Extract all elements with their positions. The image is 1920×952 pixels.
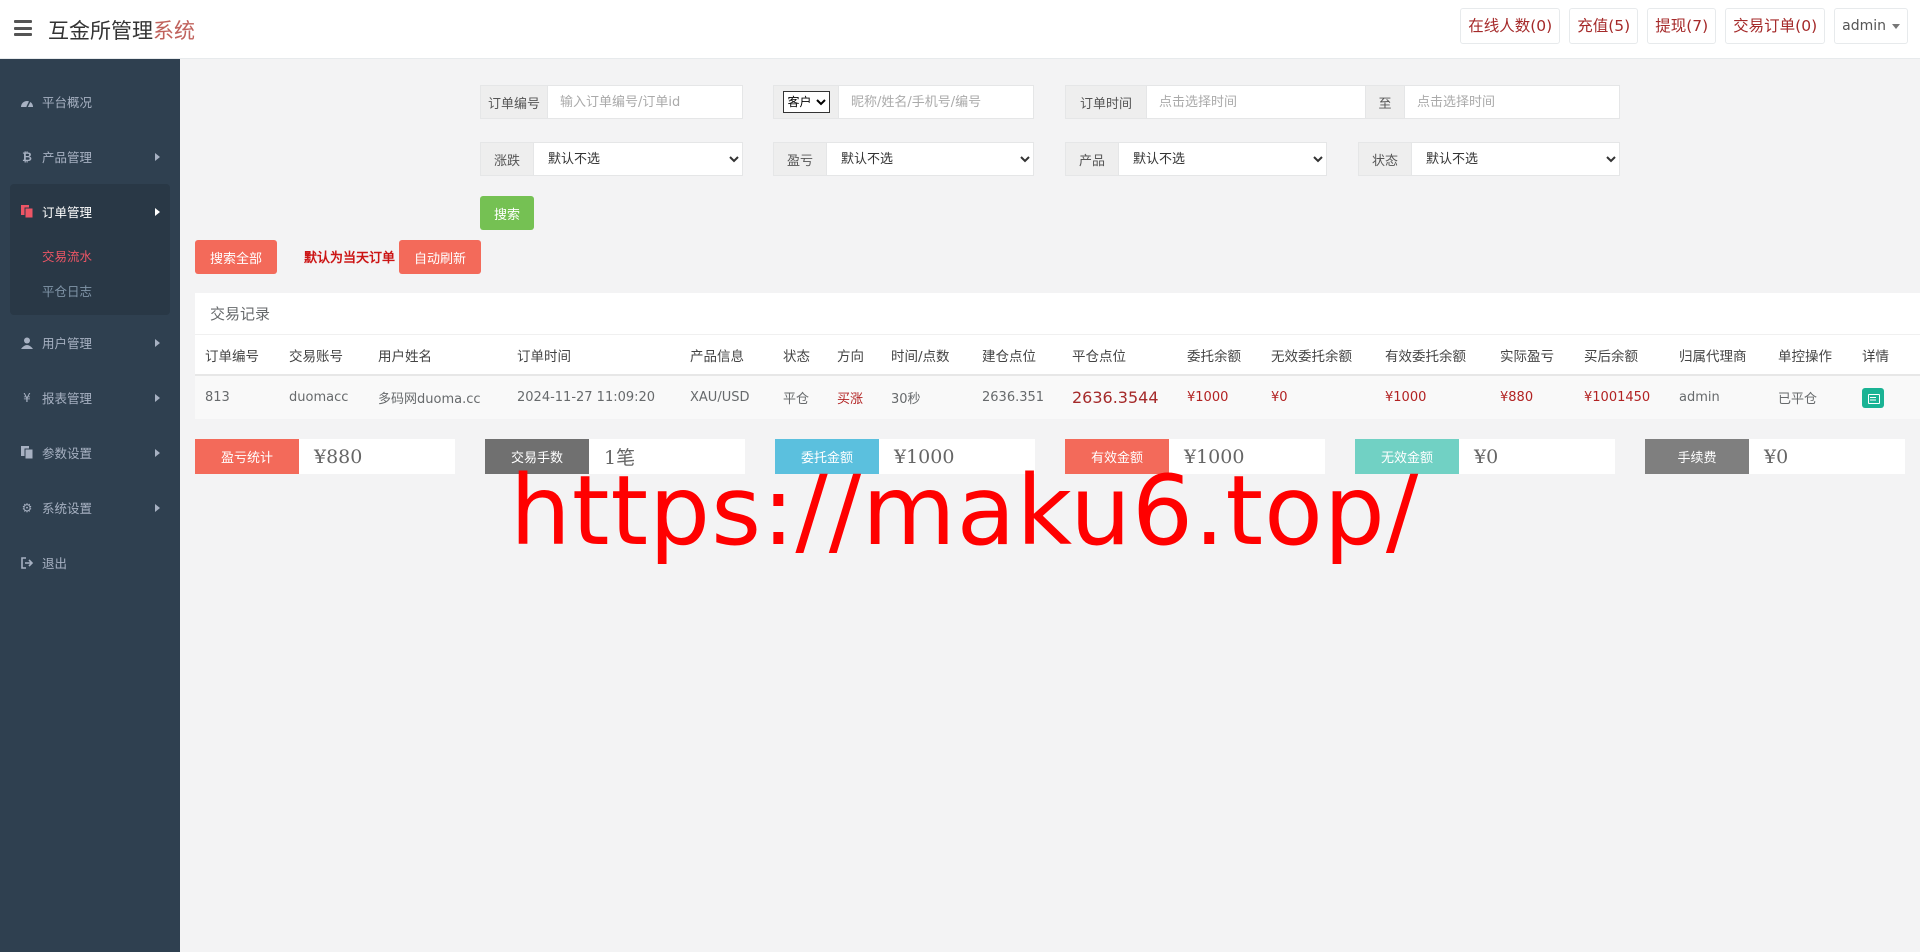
col-account: 交易账号: [279, 335, 368, 376]
detail-icon[interactable]: [1862, 387, 1884, 408]
copy-icon: [20, 446, 34, 460]
sidebar-item-users[interactable]: 用户管理: [0, 315, 180, 370]
trade-records-panel: 交易记录 订单编号 交易账号 用户姓名 订单时间 产品信息 状态 方向 时间/点…: [195, 293, 1920, 419]
product-filter: 产品 默认不选: [1065, 142, 1327, 176]
yen-icon: ¥: [23, 390, 31, 405]
col-status: 状态: [773, 335, 827, 376]
chevron-down-icon: [1892, 23, 1900, 29]
col-name: 用户姓名: [368, 335, 507, 376]
rise-fall-filter: 涨跌 默认不选: [480, 142, 743, 176]
online-users-button[interactable]: 在线人数(0): [1460, 8, 1561, 44]
stat-profit: 盈亏统计 ¥880: [195, 439, 455, 474]
col-direction: 方向: [827, 335, 881, 376]
status-select[interactable]: 默认不选: [1412, 143, 1619, 175]
chevron-right-icon: [155, 153, 160, 161]
sidebar-item-orders[interactable]: 订单管理: [10, 184, 170, 239]
col-open-price: 建仓点位: [972, 335, 1062, 376]
chevron-right-icon: [155, 449, 160, 457]
brand-title: 互金所管理系统: [48, 19, 195, 43]
customer-filter: 客户: [773, 85, 1034, 119]
chevron-right-icon: [155, 504, 160, 512]
search-all-button[interactable]: 搜索全部: [195, 240, 277, 274]
chevron-right-icon: [155, 339, 160, 347]
status-filter: 状态 默认不选: [1358, 142, 1620, 176]
product-select[interactable]: 默认不选: [1119, 143, 1326, 175]
col-entrusted: 委托余额: [1177, 335, 1261, 376]
table-header-row: 订单编号 交易账号 用户姓名 订单时间 产品信息 状态 方向 时间/点数 建仓点…: [195, 335, 1920, 376]
customer-input[interactable]: [839, 86, 1033, 118]
col-order-no: 订单编号: [195, 335, 279, 376]
chevron-right-icon: [155, 208, 160, 216]
sidebar-item-reports[interactable]: ¥ 报表管理: [0, 370, 180, 425]
col-valid-entrusted: 有效委托余额: [1375, 335, 1490, 376]
sidebar-item-system[interactable]: ⚙ 系统设置: [0, 480, 180, 535]
table-row: 813 duomacc 多码网duoma.cc 2024-11-27 11:09…: [195, 375, 1920, 419]
sidebar: 平台概况 ₿ 产品管理 订单管理 交易流水 平仓日志 用户管理 ¥ 报表管理 参…: [0, 59, 180, 952]
bitcoin-icon: ₿: [22, 149, 32, 164]
sidebar-item-products[interactable]: ₿ 产品管理: [0, 129, 180, 184]
col-close-price: 平仓点位: [1062, 335, 1177, 376]
signout-icon: [20, 556, 34, 570]
order-time-filter: 订单时间 至: [1065, 85, 1620, 119]
top-bar: 互金所管理系统 在线人数(0) 充值(5) 提现(7) 交易订单(0) admi…: [0, 0, 1920, 59]
rise-fall-select[interactable]: 默认不选: [534, 143, 742, 175]
user-menu[interactable]: admin: [1834, 8, 1908, 44]
top-nav: 在线人数(0) 充值(5) 提现(7) 交易订单(0) admin: [1460, 8, 1908, 44]
auto-refresh-button[interactable]: 自动刷新: [399, 240, 481, 274]
col-actual-pnl: 实际盈亏: [1490, 335, 1574, 376]
col-detail: 详情: [1852, 335, 1920, 376]
col-control: 单控操作: [1768, 335, 1852, 376]
customer-type-select[interactable]: 客户: [782, 91, 830, 113]
col-invalid-entrusted: 无效委托余额: [1261, 335, 1375, 376]
col-product: 产品信息: [680, 335, 773, 376]
time-start-input[interactable]: [1147, 86, 1365, 118]
withdraw-button[interactable]: 提现(7): [1647, 8, 1717, 44]
stat-fee: 手续费 ¥0: [1645, 439, 1905, 474]
profit-filter: 盈亏 默认不选: [773, 142, 1034, 176]
watermark-text: https://maku6.top/: [510, 455, 1420, 567]
user-icon: [20, 336, 34, 350]
recharge-button[interactable]: 充值(5): [1569, 8, 1639, 44]
sidebar-group-orders: 订单管理 交易流水 平仓日志: [10, 184, 170, 315]
panel-title: 交易记录: [195, 293, 1920, 335]
sidebar-item-overview[interactable]: 平台概况: [0, 74, 180, 129]
files-icon: [20, 205, 34, 219]
col-balance-after: 买后余额: [1574, 335, 1669, 376]
dashboard-icon: [20, 95, 34, 109]
time-end-input[interactable]: [1405, 86, 1619, 118]
default-hint: 默认为当天订单: [304, 251, 396, 266]
col-agent: 归属代理商: [1669, 335, 1768, 376]
search-button[interactable]: 搜索: [480, 196, 534, 230]
gears-icon: ⚙: [21, 500, 33, 515]
menu-toggle-icon[interactable]: [14, 20, 32, 36]
trade-orders-button[interactable]: 交易订单(0): [1725, 8, 1826, 44]
sidebar-item-logout[interactable]: 退出: [0, 535, 180, 590]
profit-select[interactable]: 默认不选: [827, 143, 1033, 175]
sidebar-subitem-close-log[interactable]: 平仓日志: [10, 274, 170, 309]
col-duration: 时间/点数: [881, 335, 972, 376]
chevron-right-icon: [155, 394, 160, 402]
sidebar-item-params[interactable]: 参数设置: [0, 425, 180, 480]
trade-records-table: 订单编号 交易账号 用户姓名 订单时间 产品信息 状态 方向 时间/点数 建仓点…: [195, 335, 1920, 419]
col-time: 订单时间: [507, 335, 680, 376]
sidebar-subitem-trade-flow[interactable]: 交易流水: [10, 239, 170, 274]
order-no-input[interactable]: [548, 86, 742, 118]
order-no-filter: 订单编号: [480, 85, 743, 119]
